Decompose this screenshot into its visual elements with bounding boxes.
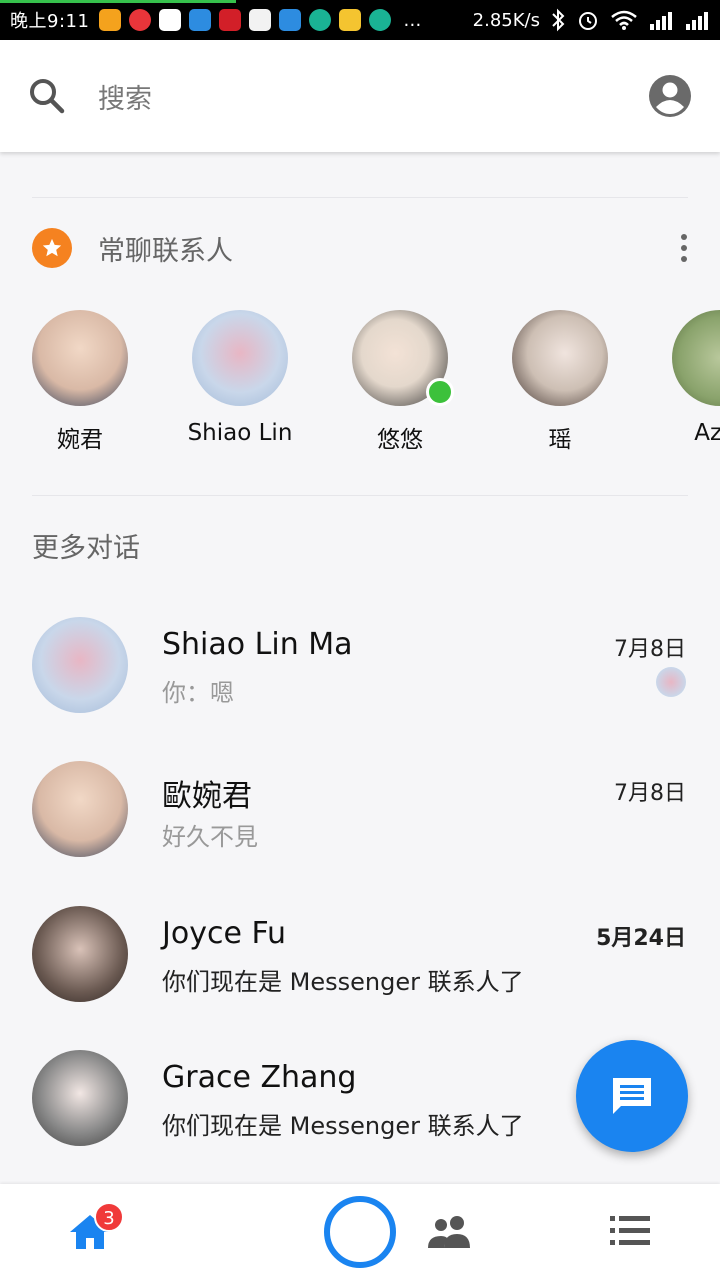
favorite-name: Shiao Lin (187, 420, 293, 446)
people-icon[interactable] (426, 1214, 474, 1250)
favorite-name: 婉君 (57, 427, 103, 453)
more-notifications-icon: … (403, 9, 422, 31)
chat-icon (613, 1078, 651, 1114)
search-icon[interactable] (28, 77, 66, 115)
network-speed: 2.85K/s (472, 9, 540, 31)
favorites-header: 常聊联系人 (32, 226, 688, 270)
profile-icon[interactable] (648, 74, 692, 118)
app-notification-icon (189, 9, 212, 31)
conversation-name: Joyce Fu (162, 916, 287, 951)
chrome-icon (339, 9, 362, 31)
play-store-icon (159, 9, 182, 31)
signal-icon (686, 12, 708, 30)
search-bar[interactable]: 搜索 (0, 40, 720, 152)
app-notification-icon (99, 9, 122, 31)
avatar (512, 310, 608, 406)
favorite-name: Azer (694, 420, 720, 446)
avatar (32, 761, 128, 857)
app-notification-icon (129, 9, 152, 31)
signal-icon (650, 12, 672, 30)
section-divider (32, 197, 688, 198)
news-icon (219, 9, 242, 31)
conversation-snippet: 好久不見 (162, 823, 258, 851)
more-options-icon[interactable] (680, 234, 688, 262)
search-input[interactable]: 搜索 (98, 77, 648, 116)
conversation-snippet: 你：嗯 (162, 679, 234, 707)
unread-badge: 3 (94, 1202, 124, 1232)
star-icon (32, 228, 72, 268)
weibo-icon (249, 9, 272, 31)
favorite-name: 瑶 (548, 427, 572, 453)
avatar (352, 310, 454, 406)
favorite-name: 悠悠 (377, 427, 423, 453)
avatar (32, 310, 128, 406)
favorites-row: 婉君 Shiao Lin 悠悠 瑶 Azer (0, 310, 720, 460)
conversation-date: 7月8日 (614, 781, 686, 806)
app-notification-icon (369, 9, 392, 31)
alarm-icon (579, 12, 597, 30)
conversation-date: 7月8日 (614, 637, 686, 662)
more-conversations-title: 更多对话 (32, 533, 140, 564)
loading-progress (0, 0, 236, 3)
app-notification-icon (309, 9, 332, 31)
conversation-snippet: 你们现在是 Messenger 联系人了 (162, 968, 524, 996)
bluetooth-icon (552, 8, 565, 32)
wifi-icon (611, 10, 637, 30)
conversation-name: Shiao Lin Ma (162, 627, 353, 662)
conversation-name: 歐婉君 (162, 779, 252, 814)
favorite-contact[interactable]: 婉君 (0, 310, 160, 460)
conversation-row[interactable]: Shiao Lin Ma 你：嗯 7月8日 (0, 617, 720, 737)
conversation-row[interactable]: Joyce Fu 你们现在是 Messenger 联系人了 5月24日 (0, 906, 720, 1026)
section-divider (32, 495, 688, 496)
avatar (32, 1050, 128, 1146)
favorite-contact[interactable]: Azer (640, 310, 720, 460)
favorite-contact[interactable]: 瑶 (480, 310, 640, 460)
new-message-button[interactable] (576, 1040, 688, 1152)
favorite-contact[interactable]: Shiao Lin (160, 310, 320, 460)
camera-button[interactable] (324, 1196, 396, 1268)
favorite-contact[interactable]: 悠悠 (320, 310, 480, 460)
online-indicator (426, 378, 454, 406)
conversation-snippet: 你们现在是 Messenger 联系人了 (162, 1112, 524, 1140)
avatar (32, 906, 128, 1002)
seen-avatar (656, 667, 686, 697)
bottom-nav: 3 (0, 1184, 720, 1280)
status-time: 晚上9:11 (10, 11, 90, 32)
avatar (192, 310, 288, 406)
conversation-name: Grace Zhang (162, 1060, 357, 1095)
conversation-date: 5月24日 (596, 926, 686, 951)
status-bar: 晚上9:11 … 2.85K/s (0, 0, 720, 40)
app-notification-icon (279, 9, 302, 31)
menu-list-icon[interactable] (610, 1214, 650, 1248)
favorites-title: 常聊联系人 (98, 235, 233, 267)
avatar (32, 617, 128, 713)
avatar (672, 310, 720, 406)
conversation-row[interactable]: 歐婉君 好久不見 7月8日 (0, 761, 720, 881)
notification-icons: … (99, 9, 425, 31)
